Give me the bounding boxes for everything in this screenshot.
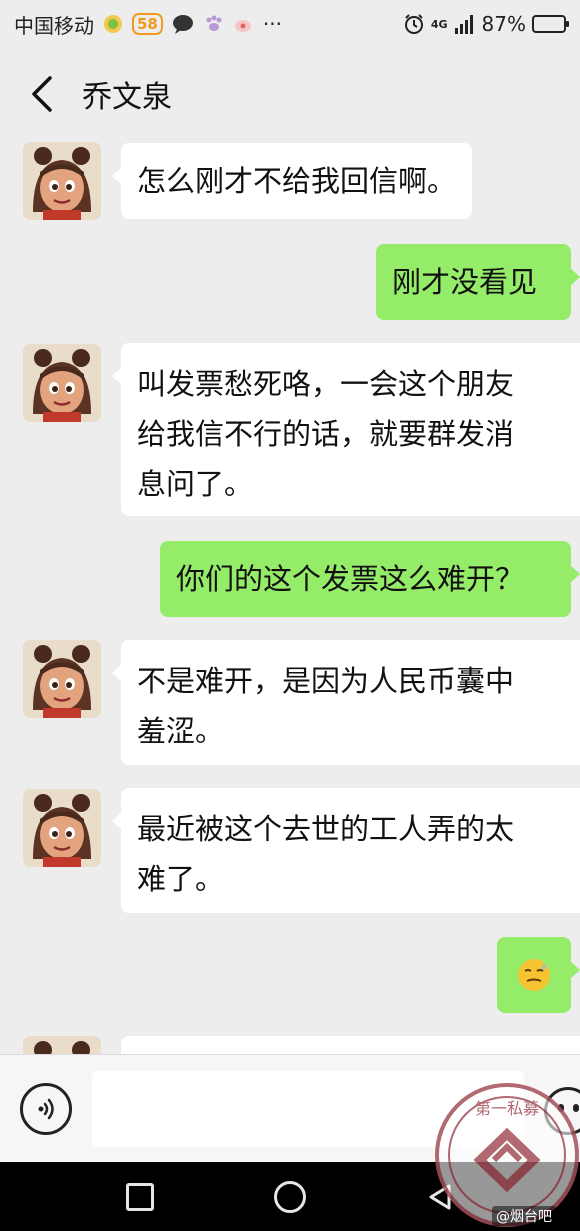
watermark-caption: @烟台吧 xyxy=(492,1206,556,1226)
more-notifications-icon: ··· xyxy=(262,12,282,36)
paw-icon xyxy=(203,13,225,35)
contact-avatar[interactable] xyxy=(23,1036,101,1054)
incoming-message-partial[interactable] xyxy=(121,1036,580,1054)
message-bubble-icon xyxy=(171,13,195,35)
cartoon-girl-avatar-icon xyxy=(23,789,101,867)
recent-apps-icon xyxy=(126,1182,154,1211)
outgoing-message[interactable]: 你们的这个发票这么难开？ xyxy=(160,541,580,617)
battery-percent: 87% xyxy=(481,12,526,36)
contact-avatar[interactable] xyxy=(23,344,101,422)
outgoing-emoji-message[interactable] xyxy=(497,937,580,1013)
contact-avatar[interactable] xyxy=(23,789,101,867)
cartoon-girl-avatar-icon xyxy=(23,1036,101,1054)
cartoon-girl-avatar-icon xyxy=(23,640,101,718)
back-button[interactable] xyxy=(12,64,72,124)
network-type-label: 4G xyxy=(430,17,448,31)
signal-icon xyxy=(454,14,476,34)
voice-button[interactable] xyxy=(20,1083,72,1135)
weibo-icon xyxy=(233,13,255,35)
alarm-icon xyxy=(403,13,425,35)
contact-avatar[interactable] xyxy=(23,640,101,718)
outgoing-message[interactable]: 刚才没看见 xyxy=(376,244,580,320)
incoming-message[interactable]: 怎么刚才不给我回信啊。 xyxy=(111,143,473,219)
chat-header: 乔文泉 xyxy=(0,48,580,140)
cartoon-girl-avatar-icon xyxy=(23,142,101,220)
recent-apps-button[interactable] xyxy=(120,1177,160,1217)
sweat-smile-emoji-icon xyxy=(518,959,550,991)
message-list[interactable]: 怎么刚才不给我回信啊。 刚才没看见 叫发票愁死咯，一会这个朋友 给我信不行的话，… xyxy=(0,140,580,1054)
cartoon-girl-avatar-icon xyxy=(23,344,101,422)
carrier-label: 中国移动 xyxy=(14,13,94,38)
home-button[interactable] xyxy=(270,1177,310,1217)
battery-icon xyxy=(532,15,569,33)
app-notification-icon xyxy=(102,13,124,35)
chat-title: 乔文泉 xyxy=(82,80,172,115)
chevron-left-icon xyxy=(32,76,52,112)
status-bar: 中国移动 58 ··· 4G 87% xyxy=(0,0,580,48)
incoming-message[interactable]: 最近被这个去世的工人弄的太 难了。 xyxy=(112,788,580,913)
incoming-message[interactable]: 不是难开，是因为人民币囊中 羞涩。 xyxy=(112,640,580,765)
voice-icon xyxy=(38,1098,54,1120)
badge-58-icon: 58 xyxy=(132,13,163,35)
incoming-message[interactable]: 叫发票愁死咯，一会这个朋友 给我信不行的话，就要群发消 息问了。 xyxy=(112,343,580,516)
home-icon xyxy=(274,1180,306,1213)
contact-avatar[interactable] xyxy=(23,142,101,220)
watermark-text: 第一私募 xyxy=(475,1099,539,1118)
